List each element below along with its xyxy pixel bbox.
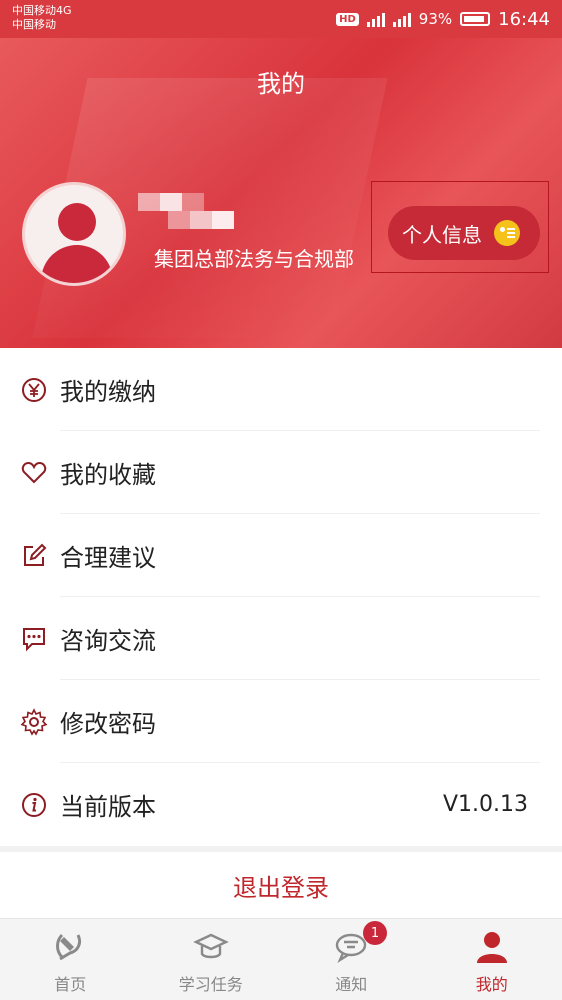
carrier-line-1: 中国移动4G xyxy=(12,4,72,17)
signal-icon-2 xyxy=(392,11,411,27)
chat-icon xyxy=(23,628,45,652)
menu-item-label: 合理建议 xyxy=(60,544,156,572)
signal-icon xyxy=(366,11,385,27)
menu-item-version[interactable]: 当前版本 V1.0.13 xyxy=(0,763,562,846)
menu-item-label: 当前版本 xyxy=(60,793,156,821)
clock: 16:44 xyxy=(498,8,550,30)
avatar-body-icon xyxy=(41,245,113,283)
avatar-head-icon xyxy=(58,203,96,241)
carrier-line-2: 中国移动 xyxy=(12,18,56,31)
personal-info-label: 个人信息 xyxy=(402,222,482,247)
user-icon xyxy=(476,932,507,963)
settings-menu: 我的缴纳 我的收藏 合理建议 咨询交流 修改密码 当前版本 V1.0.13 xyxy=(0,348,562,846)
battery-percent: 93% xyxy=(418,10,453,28)
tab-mine[interactable]: 我的 xyxy=(422,919,562,1000)
notification-badge: 1 xyxy=(363,921,387,945)
profile-header: 我的 集团总部法务与合规部 个人信息 xyxy=(0,38,562,348)
graduation-cap-icon xyxy=(192,933,229,959)
menu-item-label: 咨询交流 xyxy=(60,627,156,655)
tab-study-tasks[interactable]: 学习任务 xyxy=(141,919,282,1000)
personal-info-button[interactable]: 个人信息 xyxy=(388,206,540,260)
menu-item-payments[interactable]: 我的缴纳 xyxy=(0,348,562,431)
tab-label: 首页 xyxy=(54,975,87,994)
menu-item-change-password[interactable]: 修改密码 xyxy=(0,680,562,763)
bottom-tab-bar: 首页 学习任务 1 通知 我的 xyxy=(0,918,562,1000)
menu-item-favorites[interactable]: 我的收藏 xyxy=(0,431,562,514)
page-title: 我的 xyxy=(257,70,305,98)
tab-home[interactable]: 首页 xyxy=(0,919,141,1000)
edit-icon xyxy=(24,543,47,566)
user-name-redacted xyxy=(138,193,234,231)
status-indicators: HD 93% 16:44 xyxy=(336,8,550,30)
gear-icon xyxy=(20,708,48,736)
tab-label: 我的 xyxy=(475,975,508,994)
app-version: V1.0.13 xyxy=(442,792,528,817)
heart-icon xyxy=(21,461,47,484)
tab-label: 通知 xyxy=(335,975,368,994)
menu-item-label: 我的收藏 xyxy=(60,461,156,489)
party-emblem-icon xyxy=(56,933,82,961)
tab-notifications[interactable]: 1 通知 xyxy=(281,919,422,1000)
tab-label: 学习任务 xyxy=(178,975,243,994)
info-icon xyxy=(22,793,46,817)
battery-icon xyxy=(460,12,491,26)
menu-item-consultation[interactable]: 咨询交流 xyxy=(0,597,562,680)
carrier-info: 中国移动4G 中国移动 xyxy=(12,4,72,32)
avatar[interactable] xyxy=(22,182,126,286)
menu-item-label: 修改密码 xyxy=(60,710,156,738)
user-department: 集团总部法务与合规部 xyxy=(154,247,354,271)
hd-badge: HD xyxy=(336,12,359,26)
yen-circle-icon xyxy=(22,378,46,402)
logout-button[interactable]: 退出登录 xyxy=(0,852,562,918)
menu-item-suggestions[interactable]: 合理建议 xyxy=(0,514,562,597)
status-bar: 中国移动4G 中国移动 HD 93% 16:44 xyxy=(0,0,562,38)
menu-item-label: 我的缴纳 xyxy=(60,378,156,406)
id-card-icon xyxy=(494,220,520,246)
